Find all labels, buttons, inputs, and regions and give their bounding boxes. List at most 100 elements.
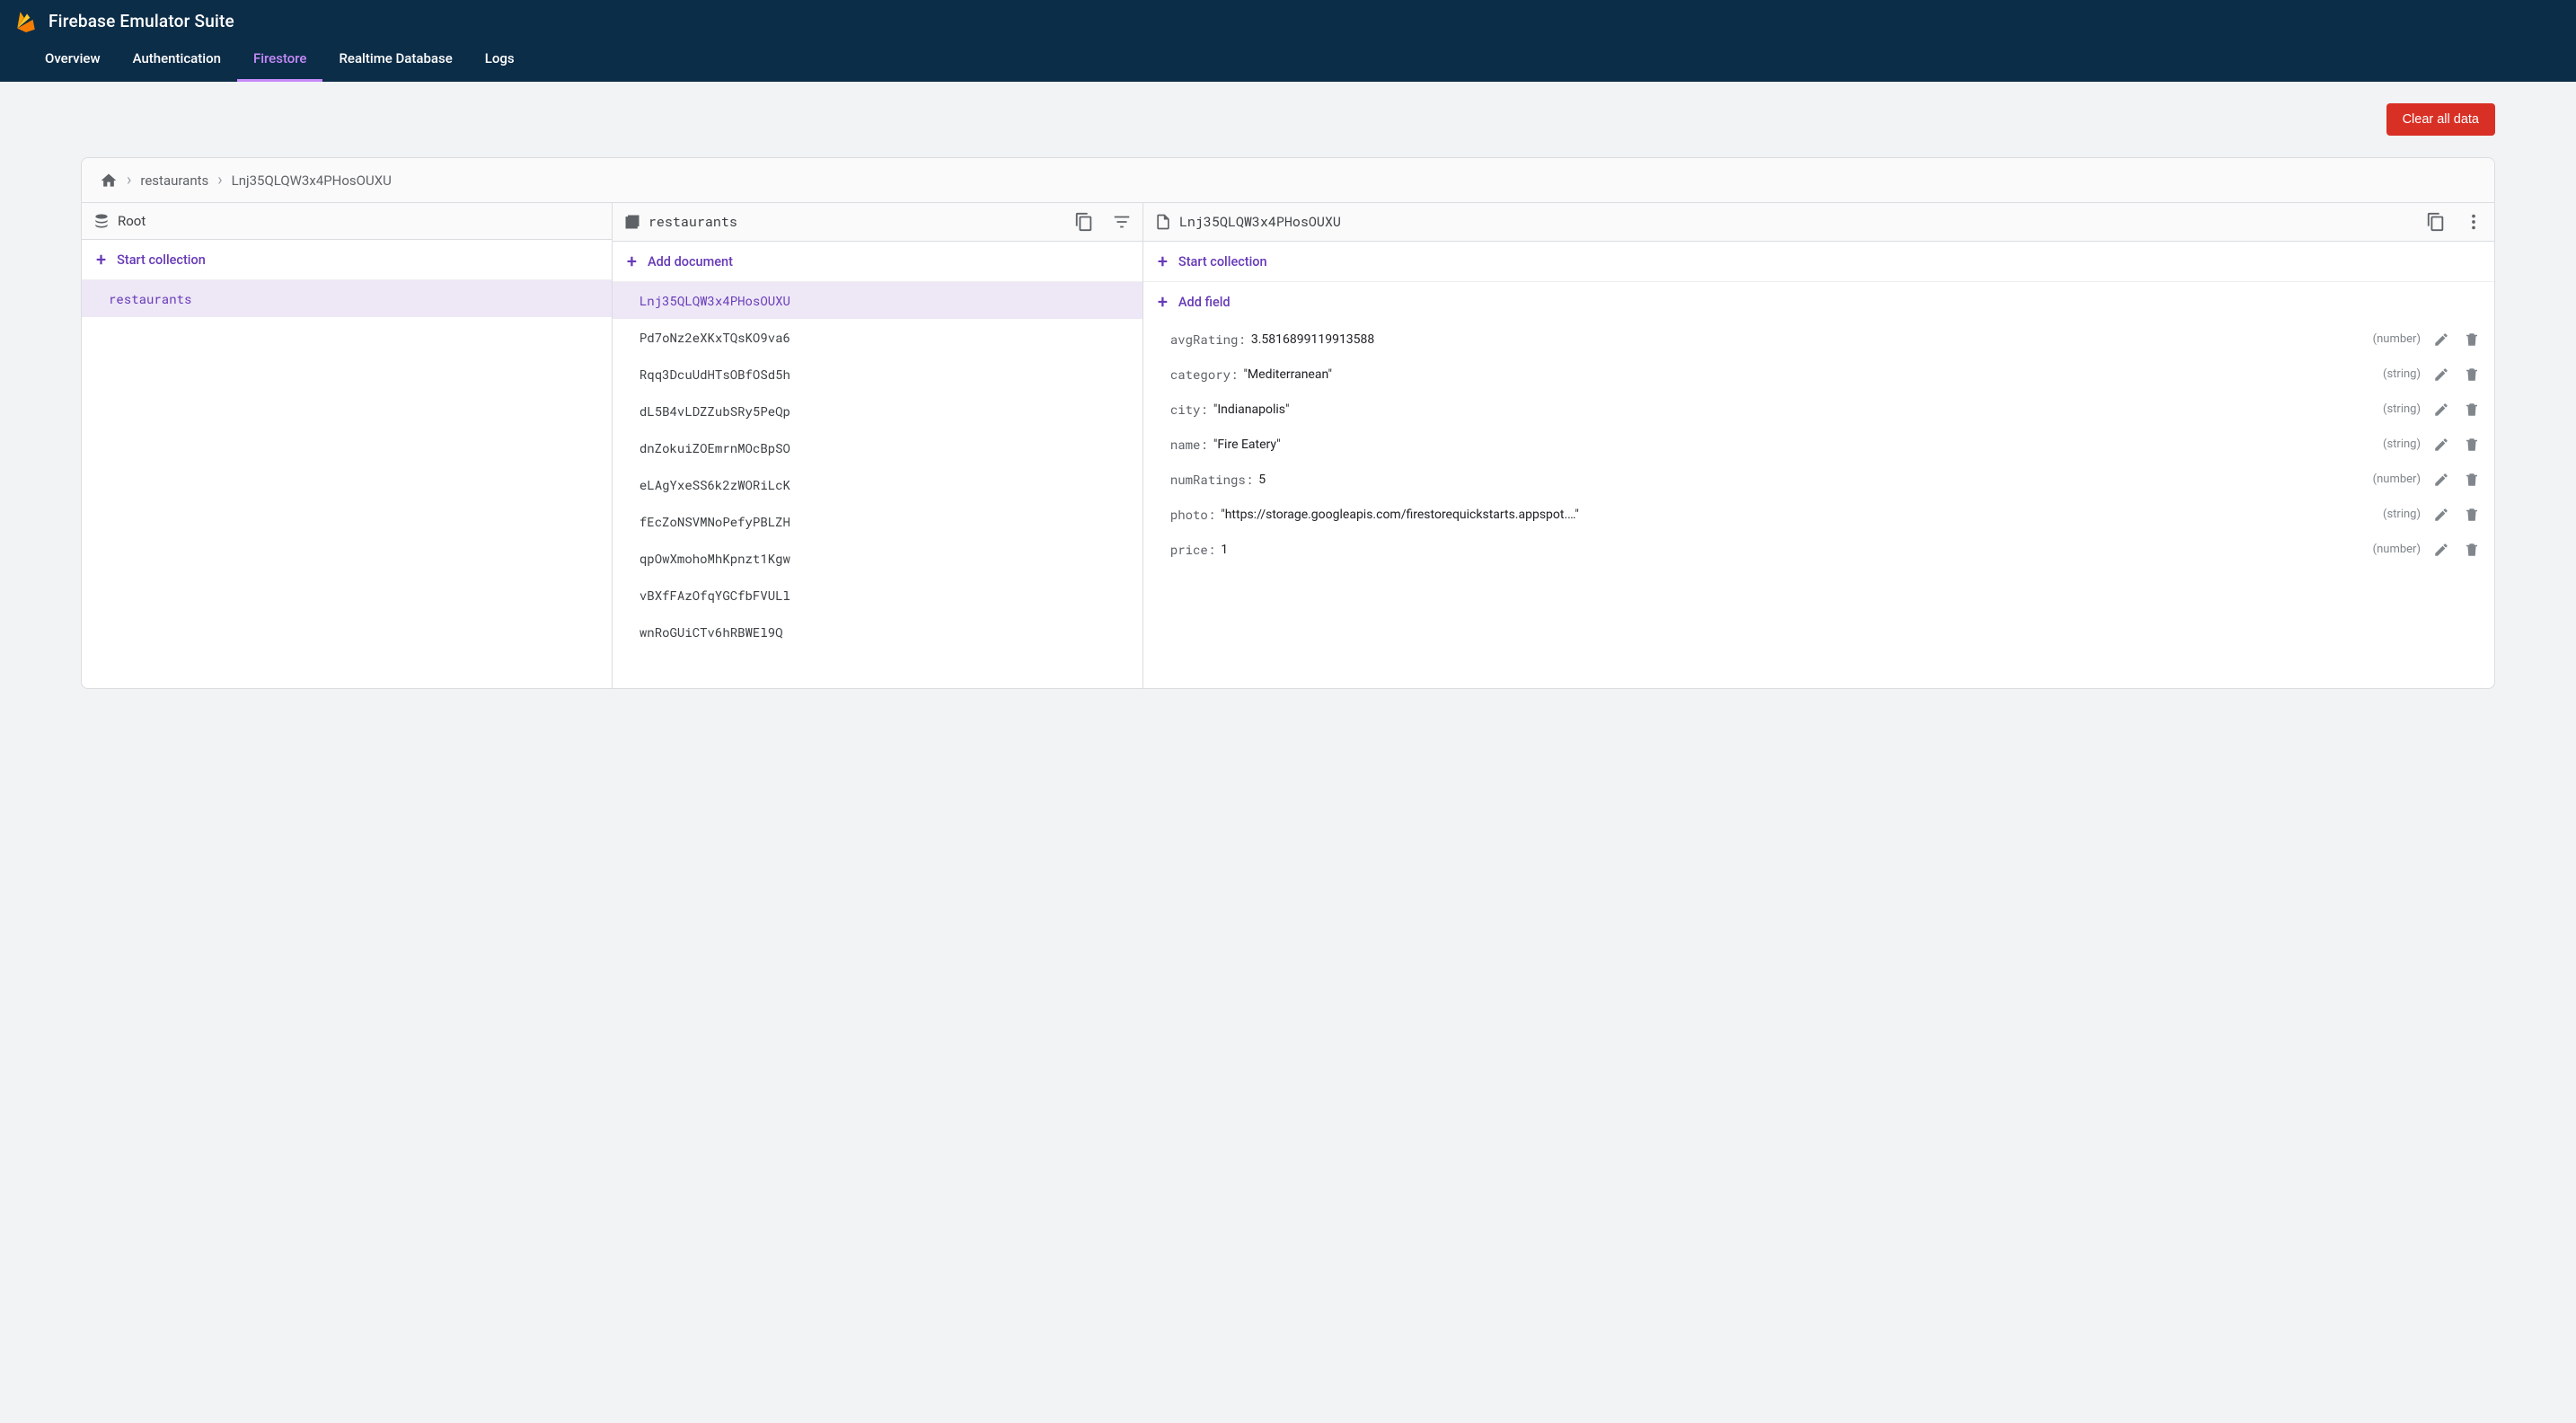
field-actions	[2433, 472, 2480, 488]
edit-icon[interactable]	[2433, 437, 2449, 453]
more-vert-icon[interactable]	[2464, 212, 2483, 232]
plus-icon: +	[1158, 252, 1168, 270]
document-icon	[1154, 213, 1172, 231]
field-value: "Fire Eatery"	[1213, 438, 2378, 452]
edit-icon[interactable]	[2433, 542, 2449, 558]
delete-icon[interactable]	[2464, 437, 2480, 453]
delete-icon[interactable]	[2464, 331, 2480, 348]
breadcrumb: › restaurants › Lnj35QLQW3x4PHosOUXU	[82, 158, 2494, 203]
column-title: Lnj35QLQW3x4PHosOUXU	[1179, 213, 2419, 231]
delete-icon[interactable]	[2464, 472, 2480, 488]
tab-realtime-database[interactable]: Realtime Database	[322, 36, 468, 82]
root-column: Root + Start collection restaurants	[82, 203, 613, 688]
tab-firestore[interactable]: Firestore	[237, 36, 323, 82]
document-item[interactable]: Lnj35QLQW3x4PHosOUXU	[613, 282, 1142, 319]
document-item[interactable]: dnZokuiZOEmrnMOcBpSO	[613, 429, 1142, 466]
document-item[interactable]: qpOwXmohoMhKpnzt1Kgw	[613, 540, 1142, 577]
field-actions	[2433, 542, 2480, 558]
plus-icon: +	[627, 252, 637, 270]
field-type: (string)	[2383, 438, 2421, 451]
edit-icon[interactable]	[2433, 367, 2449, 383]
field-type: (string)	[2383, 402, 2421, 416]
field-row[interactable]: city: "Indianapolis" (string)	[1143, 392, 2494, 427]
field-key: city:	[1170, 401, 1208, 418]
delete-icon[interactable]	[2464, 402, 2480, 418]
start-collection-button[interactable]: + Start collection	[1143, 242, 2494, 282]
field-key: avgRating:	[1170, 331, 1246, 348]
delete-icon[interactable]	[2464, 542, 2480, 558]
column-title: Root	[118, 213, 601, 229]
edit-icon[interactable]	[2433, 331, 2449, 348]
home-icon[interactable]	[100, 172, 118, 190]
column-title: restaurants	[648, 213, 1067, 231]
field-actions	[2433, 507, 2480, 523]
field-key: photo:	[1170, 506, 1215, 523]
app-header: Firebase Emulator Suite OverviewAuthenti…	[0, 0, 2576, 82]
field-row[interactable]: category:"Mediterranean"(string)	[1143, 357, 2494, 392]
field-key: category:	[1170, 366, 1239, 383]
database-icon	[93, 212, 110, 230]
action-label: Add field	[1178, 295, 1231, 310]
field-value: 1	[1221, 543, 2367, 557]
document-item[interactable]: fEcZoNSVMNoPefyPBLZH	[613, 503, 1142, 540]
copy-icon[interactable]	[1074, 212, 1094, 232]
document-item[interactable]: Rqq3DcuUdHTsOBfOSd5h	[613, 356, 1142, 393]
edit-icon[interactable]	[2433, 402, 2449, 418]
field-type: (number)	[2373, 543, 2421, 556]
add-document-button[interactable]: + Add document	[613, 242, 1142, 282]
field-row[interactable]: numRatings:5(number)	[1143, 462, 2494, 497]
tab-authentication[interactable]: Authentication	[117, 36, 237, 82]
app-title: Firebase Emulator Suite	[49, 11, 234, 31]
copy-icon[interactable]	[2426, 212, 2446, 232]
collection-item[interactable]: restaurants	[82, 280, 612, 317]
field-actions	[2433, 367, 2480, 383]
column-header: Root	[82, 203, 612, 240]
field-value: "Indianapolis"	[1213, 402, 2378, 417]
add-field-button[interactable]: + Add field	[1143, 282, 2494, 322]
column-header: Lnj35QLQW3x4PHosOUXU	[1143, 203, 2494, 242]
document-item[interactable]: vBXfFAzOfqYGCfbFVULl	[613, 577, 1142, 614]
edit-icon[interactable]	[2433, 507, 2449, 523]
start-collection-button[interactable]: + Start collection	[82, 240, 612, 280]
action-label: Start collection	[117, 252, 206, 268]
document-detail-column: Lnj35QLQW3x4PHosOUXU + Start collection …	[1143, 203, 2494, 688]
delete-icon[interactable]	[2464, 367, 2480, 383]
edit-icon[interactable]	[2433, 472, 2449, 488]
action-label: Add document	[648, 254, 733, 270]
field-actions	[2433, 402, 2480, 418]
chevron-right-icon: ›	[127, 171, 131, 190]
delete-icon[interactable]	[2464, 507, 2480, 523]
field-row[interactable]: avgRating:3.5816899119913588(number)	[1143, 322, 2494, 357]
breadcrumb-item[interactable]: restaurants	[140, 172, 208, 189]
firebase-logo-icon	[14, 9, 38, 32]
chevron-right-icon: ›	[217, 171, 222, 190]
field-type: (string)	[2383, 367, 2421, 381]
filter-icon[interactable]	[1112, 212, 1132, 232]
action-label: Start collection	[1178, 254, 1267, 270]
document-item[interactable]: dL5B4vLDZZubSRy5PeQp	[613, 393, 1142, 429]
field-type: (string)	[2383, 508, 2421, 521]
nav-tabs: OverviewAuthenticationFirestoreRealtime …	[0, 36, 2576, 82]
column-header: restaurants	[613, 203, 1142, 242]
data-columns: Root + Start collection restaurants rest…	[82, 203, 2494, 688]
field-row[interactable]: photo: "https://storage.googleapis.com/fi…	[1143, 497, 2494, 532]
tab-overview[interactable]: Overview	[29, 36, 117, 82]
field-type: (number)	[2373, 332, 2421, 346]
document-item[interactable]: eLAgYxeSS6k2zWORiLcK	[613, 466, 1142, 503]
breadcrumb-item[interactable]: Lnj35QLQW3x4PHosOUXU	[232, 172, 392, 189]
documents-column: restaurants + Add document Lnj35QLQW3x4P…	[613, 203, 1143, 688]
firestore-panel: › restaurants › Lnj35QLQW3x4PHosOUXU Roo…	[81, 157, 2495, 689]
field-actions	[2433, 437, 2480, 453]
clear-all-data-button[interactable]: Clear all data	[2386, 103, 2495, 136]
field-key: price:	[1170, 541, 1215, 558]
field-row[interactable]: name: "Fire Eatery" (string)	[1143, 427, 2494, 462]
field-row[interactable]: price: 1 (number)	[1143, 532, 2494, 567]
tab-logs[interactable]: Logs	[469, 36, 531, 82]
plus-icon: +	[96, 251, 106, 269]
collection-icon	[623, 213, 641, 231]
document-item[interactable]: Pd7oNz2eXKxTQsKO9va6	[613, 319, 1142, 356]
field-type: (number)	[2373, 473, 2421, 486]
field-value: "https://storage.googleapis.com/firestor…	[1221, 508, 2378, 522]
field-key: name:	[1170, 436, 1208, 453]
document-item[interactable]: wnRoGUiCTv6hRBWEl9Q	[613, 614, 1142, 650]
